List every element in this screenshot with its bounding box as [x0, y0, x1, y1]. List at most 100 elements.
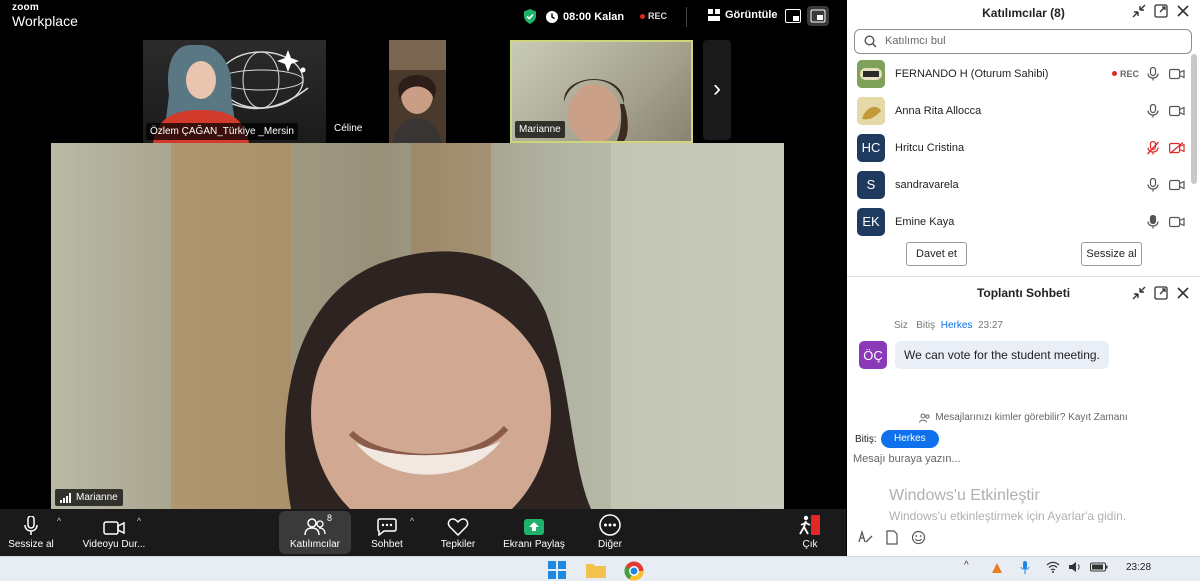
leave-button[interactable]: Çık	[792, 511, 828, 554]
participants-icon	[304, 518, 326, 536]
zoom-app: zoom Workplace 08:00 Kalan REC Görüntüle	[0, 0, 1200, 581]
meeting-area: zoom Workplace 08:00 Kalan REC Görüntüle	[0, 0, 846, 556]
chat-sender: Siz	[894, 320, 908, 331]
participant-row[interactable]: EK Emine Kaya	[847, 203, 1192, 240]
chat-to-selector[interactable]: Herkes	[881, 430, 939, 448]
taskbar-clock[interactable]: 23:28	[1126, 562, 1151, 573]
windows-activation-title: Windows'u Etkinleştir	[889, 487, 1040, 504]
participants-panel-title: Katılımcılar (8)	[982, 6, 1065, 20]
fullscreen-button[interactable]	[807, 6, 829, 26]
more-icon	[599, 514, 621, 536]
chat-button[interactable]: Sohbet	[363, 511, 411, 554]
view-button[interactable]: Görüntüle	[708, 9, 778, 21]
chat-recipient[interactable]: Herkes	[941, 320, 973, 331]
tray-overflow-icon[interactable]: ^	[964, 560, 969, 571]
mute-options-caret[interactable]: ^	[57, 516, 61, 526]
wifi-icon[interactable]	[1046, 561, 1060, 573]
battery-icon[interactable]	[1090, 561, 1108, 573]
participant-name: Anna Rita Allocca	[895, 104, 982, 117]
avatar: HC	[857, 133, 885, 162]
mute-all-button[interactable]: Sessize al	[1081, 242, 1142, 266]
video-options-caret[interactable]: ^	[137, 516, 141, 526]
participants-button[interactable]: Katılımcılar	[279, 511, 351, 554]
more-label: Diğer	[598, 539, 622, 550]
main-video[interactable]: Marianne	[51, 143, 784, 509]
participant-name: Hritcu Cristina	[895, 141, 965, 154]
chat-options-caret[interactable]: ^	[410, 516, 414, 526]
participant-list-scrollbar[interactable]	[1191, 54, 1197, 184]
search-icon	[864, 35, 877, 48]
tray-app-icon[interactable]	[990, 561, 1004, 575]
main-video-name: Marianne	[55, 489, 123, 506]
fullscreen-icon	[810, 9, 826, 23]
emoji-icon[interactable]	[911, 530, 926, 545]
pop-out-icon[interactable]	[1154, 4, 1168, 18]
video-camera-icon[interactable]	[1169, 105, 1185, 117]
microphone-icon[interactable]	[1147, 214, 1159, 229]
reactions-button[interactable]: Tepkiler	[432, 511, 484, 554]
avatar-initials: HC	[861, 140, 881, 155]
windows-start-icon[interactable]	[548, 561, 566, 579]
chat-privacy-note[interactable]: Mesajlarınızı kimler görebilir? Kayıt Za…	[847, 412, 1200, 423]
microphone-icon[interactable]	[1147, 66, 1159, 81]
participant-row[interactable]: S sandravarela	[847, 166, 1192, 203]
tray-mic-icon[interactable]	[1020, 561, 1030, 575]
avatar-image	[857, 59, 885, 88]
share-screen-icon	[524, 519, 544, 535]
recording-indicator[interactable]: REC	[640, 11, 667, 21]
microphone-icon[interactable]	[1147, 177, 1159, 192]
chat-message-bubble[interactable]: We can vote for the student meeting.	[895, 341, 1109, 369]
microphone-icon[interactable]	[1147, 103, 1159, 118]
chat-message-input[interactable]: Mesajı buraya yazın...	[853, 453, 961, 465]
video-tile-active[interactable]: Marianne	[510, 40, 693, 143]
pop-out-icon[interactable]	[1154, 286, 1168, 300]
more-button[interactable]: Diğer	[588, 511, 632, 554]
participant-row[interactable]: FERNANDO H (Oturum Sahibi) REC	[847, 55, 1192, 92]
participant-row[interactable]: HC Hritcu Cristina	[847, 129, 1192, 166]
invite-button[interactable]: Davet et	[906, 242, 967, 266]
file-explorer-icon[interactable]	[586, 561, 606, 579]
close-icon[interactable]	[1176, 4, 1190, 18]
participant-name: sandravarela	[895, 178, 959, 191]
format-text-icon[interactable]	[857, 530, 873, 544]
windows-activation-subtitle: Windows'u etkinleştirmek için Ayarlar'a …	[889, 509, 1127, 523]
shield-icon[interactable]	[523, 9, 537, 24]
video-camera-off-icon[interactable]	[1169, 141, 1185, 154]
participant-name: Emine Kaya	[895, 215, 955, 228]
avatar: S	[857, 170, 885, 199]
video-tile[interactable]: Özlem ÇAĞAN_Türkiye _Mersin	[143, 40, 326, 143]
file-icon[interactable]	[885, 530, 899, 545]
video-label: Videoyu Dur...	[82, 539, 146, 550]
microphone-muted-icon[interactable]	[1147, 140, 1159, 155]
share-screen-button[interactable]: Ekranı Paylaş	[498, 511, 570, 554]
signal-strength-icon	[60, 492, 71, 503]
volume-icon[interactable]	[1068, 561, 1082, 573]
avatar	[857, 96, 885, 125]
participant-row[interactable]: Anna Rita Allocca	[847, 92, 1192, 129]
video-camera-icon[interactable]	[1169, 179, 1185, 191]
participant-name: FERNANDO H (Oturum Sahibi)	[895, 67, 1049, 80]
chat-label: Sohbet	[371, 539, 403, 550]
taskbar-time: 23:28	[1126, 562, 1152, 573]
meeting-toolbar: Sessize al ^ Videoyu Dur... ^ Katılımcıl…	[0, 509, 846, 556]
grid-view-icon	[708, 9, 720, 21]
collapse-icon[interactable]	[1132, 4, 1146, 18]
chrome-icon[interactable]	[624, 561, 644, 581]
chat-panel-title: Toplantı Sohbeti	[976, 286, 1071, 300]
leave-label: Çık	[802, 539, 818, 550]
chat-message-meta: Siz Bitiş Herkes 23:27	[894, 320, 1003, 331]
next-page-button[interactable]: ›	[703, 40, 731, 140]
main-video-label: Marianne	[76, 492, 118, 503]
chat-to-label: Bitiş	[916, 320, 936, 331]
collapse-icon[interactable]	[1132, 286, 1146, 300]
picture-in-picture-icon[interactable]	[785, 9, 801, 23]
chat-privacy-text: Mesajlarınızı kimler görebilir? Kayıt Za…	[935, 412, 1128, 423]
tile-name: Marianne	[515, 121, 565, 138]
video-camera-icon[interactable]	[1169, 216, 1185, 228]
mute-button[interactable]: Sessize al	[4, 511, 58, 554]
video-tile[interactable]: Céline	[330, 40, 504, 143]
chat-avatar-initials: ÖÇ	[863, 347, 883, 363]
close-icon[interactable]	[1176, 286, 1190, 300]
video-camera-icon[interactable]	[1169, 68, 1185, 80]
participant-search-input[interactable]: Katılımcı bul	[854, 29, 1192, 54]
